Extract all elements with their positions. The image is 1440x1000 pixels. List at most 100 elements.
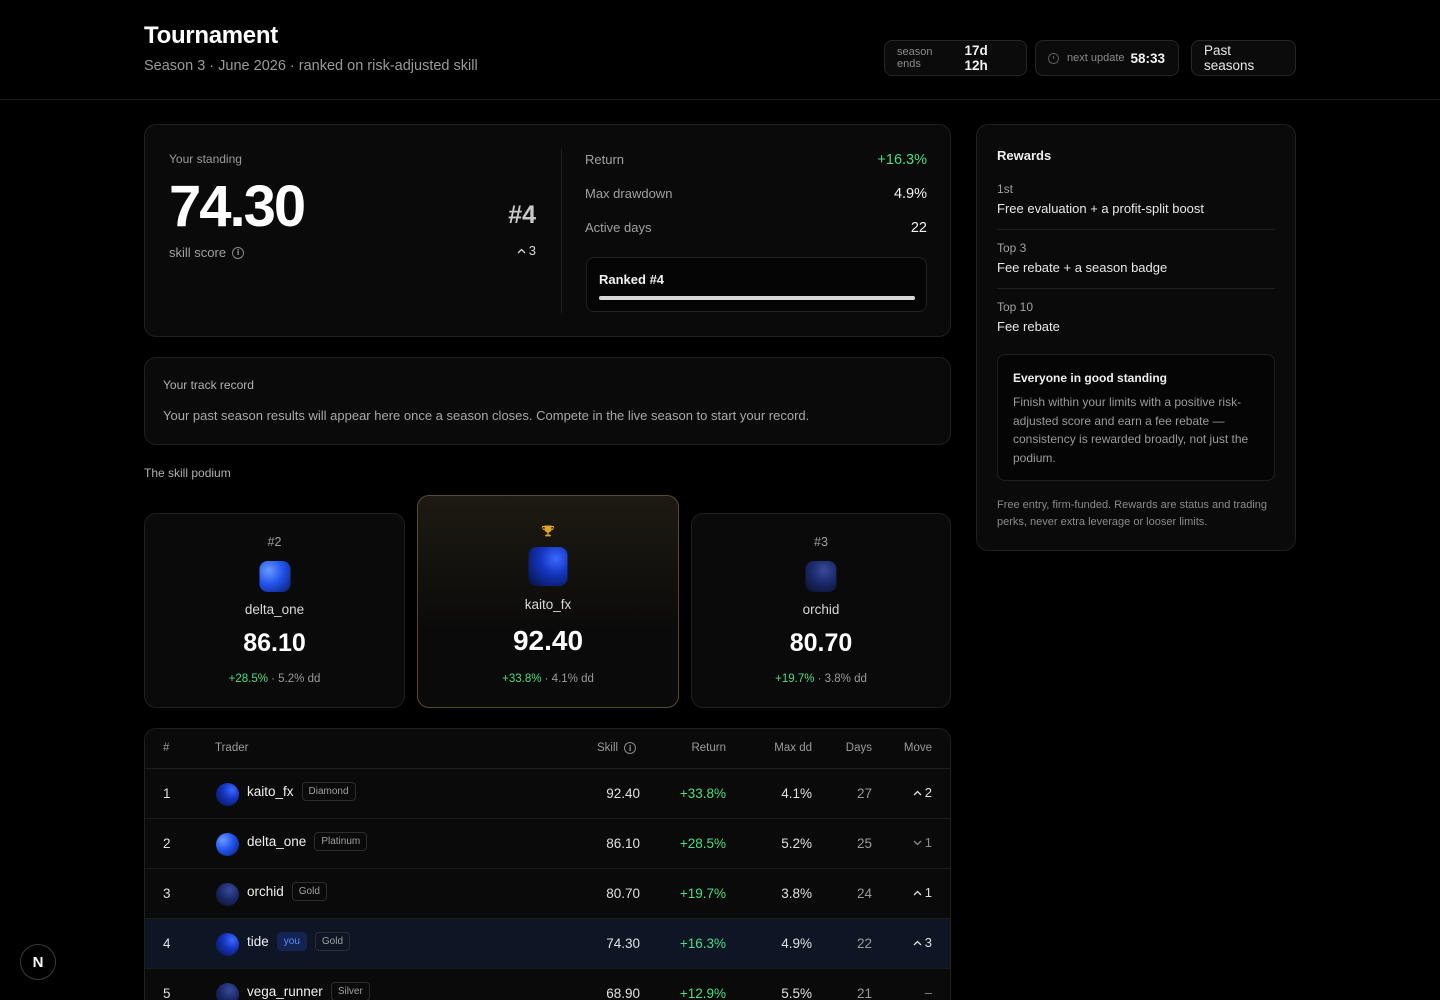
podium-meta: +33.8% · 4.1% dd — [418, 673, 678, 685]
podium-first[interactable]: kaito_fx 92.40 +33.8% · 4.1% dd — [417, 495, 679, 708]
col-trader: Trader — [215, 742, 249, 754]
avatar — [805, 561, 837, 592]
table-header: # Trader Skill i Return Max dd Days Move — [145, 729, 950, 769]
row-skill: 68.90 — [606, 986, 640, 1000]
row-skill: 74.30 — [606, 936, 640, 951]
page-title: Tournament — [144, 22, 278, 49]
page-header: Tournament Season 3 · June 2026 · ranked… — [0, 0, 1440, 100]
row-days: 24 — [856, 886, 872, 901]
avatar — [216, 833, 239, 856]
info-icon[interactable]: i — [232, 246, 245, 259]
col-days: Days — [845, 742, 872, 754]
row-move-value: 2 — [924, 785, 932, 800]
row-rank: 4 — [163, 936, 171, 951]
row-move-value: – — [924, 985, 932, 1000]
chevron-up-icon — [913, 940, 922, 945]
trader-cell: vega_runner Silver — [247, 982, 370, 1000]
trophy-icon — [541, 525, 555, 537]
metric-label: Max drawdown — [585, 186, 673, 201]
reward-tier: Top 10 — [997, 300, 1034, 314]
podium-score: 86.10 — [243, 629, 306, 657]
standing-card: Your standing 74.30 skill score i #4 3 R… — [144, 124, 951, 337]
skill-score-label: skill score — [169, 245, 227, 260]
row-move-value: 3 — [924, 935, 932, 950]
avatar — [216, 883, 239, 906]
avatar — [259, 561, 290, 592]
row-return: +16.3% — [679, 936, 726, 951]
track-record-title: Your track record — [163, 378, 254, 392]
standing-label: Your standing — [169, 152, 242, 166]
row-max-dd: 4.9% — [781, 936, 812, 951]
metric-value: +16.3% — [877, 152, 927, 168]
app-logo-button[interactable]: N — [20, 944, 56, 980]
row-days: 25 — [856, 836, 872, 851]
col-rank: # — [163, 742, 170, 754]
row-max-dd: 4.1% — [781, 786, 812, 801]
tier-badge: Silver — [330, 982, 370, 1000]
row-return: +33.8% — [679, 786, 726, 801]
podium-title: The skill podium — [144, 466, 231, 480]
col-move: Move — [903, 742, 932, 754]
row-max-dd: 5.2% — [781, 836, 812, 851]
trader-name: vega_runner — [247, 984, 323, 999]
podium-second[interactable]: #2 delta_one 86.10 +28.5% · 5.2% dd — [144, 513, 405, 708]
podium-meta: +28.5% · 5.2% dd — [145, 673, 404, 685]
col-return: Return — [691, 742, 726, 754]
podium-third[interactable]: #3 orchid 80.70 +19.7% · 3.8% dd — [691, 513, 951, 708]
good-standing-box: Everyone in good standing Finish within … — [997, 354, 1275, 481]
info-icon[interactable]: i — [624, 742, 637, 754]
chevron-up-icon — [913, 890, 922, 895]
metric-label: Active days — [585, 220, 652, 235]
row-move: 2 — [913, 785, 932, 800]
row-days: 27 — [856, 786, 872, 801]
tier-badge: Gold — [314, 932, 351, 951]
ranked-label: Ranked #4 — [599, 272, 665, 287]
trader-name: tide — [247, 934, 269, 949]
skill-score-value: 74.30 — [169, 174, 306, 239]
table-row[interactable]: 1 kaito_fx Diamond 92.40 +33.8% 4.1% 27 … — [145, 769, 950, 819]
next-update-pill: next update 58:33 — [1035, 40, 1179, 76]
page-subtitle: Season 3 · June 2026 · ranked on risk-ad… — [144, 58, 478, 74]
next-update-value: 58:33 — [1130, 50, 1166, 66]
podium-return: +33.8% — [502, 673, 542, 685]
row-rank: 2 — [163, 836, 171, 851]
skill-score-caption: skill score i — [169, 245, 245, 260]
col-skill[interactable]: Skill i — [597, 742, 637, 754]
reward-item: Top 10 Fee rebate — [997, 300, 1275, 334]
podium-return: +28.5% — [228, 673, 268, 685]
season-ends-label: season ends — [897, 46, 933, 70]
rewards-footer: Free entry, firm-funded. Rewards are sta… — [997, 499, 1268, 528]
row-rank: 5 — [163, 986, 171, 1000]
trader-cell: kaito_fx Diamond — [247, 782, 356, 801]
table-row[interactable]: 2 delta_one Platinum 86.10 +28.5% 5.2% 2… — [145, 819, 950, 869]
divider — [997, 229, 1275, 230]
table-row[interactable]: 3 orchid Gold 80.70 +19.7% 3.8% 24 1 — [145, 869, 950, 919]
track-record-description: Your past season results will appear her… — [163, 408, 810, 423]
tier-badge: Platinum — [314, 832, 368, 851]
avatar — [216, 783, 239, 806]
row-move-value: 1 — [924, 835, 932, 850]
row-return: +12.9% — [679, 986, 726, 1000]
metric-value: 4.9% — [893, 186, 927, 202]
you-badge: you — [276, 932, 307, 951]
table-row-you[interactable]: 4 tide you Gold 74.30 +16.3% 4.9% 22 3 — [145, 919, 950, 969]
reward-desc: Fee rebate — [997, 319, 1060, 334]
good-standing-title: Everyone in good standing — [1013, 371, 1168, 385]
row-skill: 92.40 — [606, 786, 640, 801]
reward-desc: Free evaluation + a profit-split boost — [997, 201, 1205, 216]
season-ends-value: 17d 12h — [964, 43, 988, 73]
chevron-up-icon — [517, 248, 526, 253]
good-standing-desc: Finish within your limits with a positiv… — [1013, 395, 1249, 465]
ranked-progress-box: Ranked #4 — [586, 257, 927, 312]
podium-meta: +19.7% · 3.8% dd — [692, 673, 950, 685]
reward-desc: Fee rebate + a season badge — [997, 260, 1168, 275]
rewards-card: Rewards 1st Free evaluation + a profit-s… — [976, 124, 1296, 551]
col-skill-label: Skill — [597, 742, 619, 754]
table-row[interactable]: 5 vega_runner Silver 68.90 +12.9% 5.5% 2… — [145, 969, 950, 1000]
metric-return: Return +16.3% — [585, 152, 927, 168]
ranked-progress-bar — [599, 296, 915, 300]
row-skill: 80.70 — [606, 886, 640, 901]
past-seasons-label: Past seasons — [1204, 43, 1255, 73]
podium-name: kaito_fx — [524, 597, 572, 612]
past-seasons-button[interactable]: Past seasons — [1191, 40, 1296, 76]
